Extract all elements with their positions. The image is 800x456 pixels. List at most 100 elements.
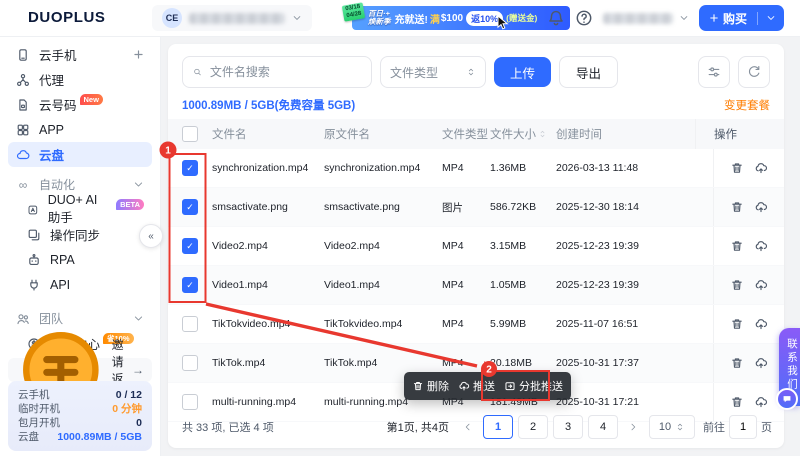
cell-file-size: 1.36MB: [490, 162, 556, 174]
row-checkbox[interactable]: [182, 199, 198, 215]
page-button-4[interactable]: 4: [588, 415, 618, 439]
push-file-icon[interactable]: [754, 161, 768, 175]
batch-push-icon: [504, 380, 516, 392]
app-logo: DUOPLUS: [28, 9, 106, 26]
cell-file-name: Video1.mp4: [212, 279, 324, 291]
row-checkbox[interactable]: [182, 394, 198, 410]
chat-bubble-button[interactable]: [776, 388, 798, 410]
promo-highlight: 满: [430, 11, 440, 26]
chevron-left-icon: [463, 422, 473, 432]
sidebar-item-cloud-phone[interactable]: 云手机: [8, 42, 152, 67]
cell-file-name: Video2.mp4: [212, 240, 324, 252]
change-plan-link[interactable]: 变更套餐: [724, 97, 770, 113]
goto-page-input[interactable]: [729, 415, 757, 439]
chevron-down-icon: [766, 13, 776, 23]
cell-file-name: smsactivate.png: [212, 201, 324, 213]
delete-file-icon[interactable]: [730, 356, 744, 370]
promo-brand: 百日·+焕新季: [368, 10, 391, 26]
usage-stats-panel: 云手机0 / 12临时开机0 分钟包月开机0云盘1000.89MB / 5GB: [8, 381, 152, 451]
search-box[interactable]: [182, 56, 372, 88]
bell-icon[interactable]: [547, 9, 565, 27]
page-button-3[interactable]: 3: [553, 415, 583, 439]
sidebar-collapse-button[interactable]: «: [139, 224, 163, 248]
search-input[interactable]: [208, 64, 361, 80]
goto-label: 前往: [703, 419, 725, 435]
row-checkbox[interactable]: [182, 277, 198, 293]
sidebar-item-proxy[interactable]: 代理: [8, 67, 152, 92]
chevron-right-icon: [628, 422, 638, 432]
cell-file-name: TikTokvideo.mp4: [212, 318, 324, 330]
delete-file-icon[interactable]: [730, 317, 744, 331]
cell-created-time: 2025-12-30 18:14: [556, 201, 682, 213]
promo-date-tag: 03/1804/28: [342, 2, 365, 21]
sidebar-item-api[interactable]: API: [8, 272, 152, 297]
cell-created-time: 2025-11-07 16:51: [556, 318, 682, 330]
buy-dropdown-button[interactable]: [758, 13, 784, 23]
push-file-icon[interactable]: [754, 317, 768, 331]
chevron-down-icon: [679, 13, 689, 23]
bulk-action-bar: 删除 推送 分批推送: [404, 372, 571, 400]
select-all-checkbox[interactable]: [182, 126, 198, 142]
delete-file-icon[interactable]: [730, 395, 744, 409]
plus-icon: [709, 13, 719, 23]
col-created-time: 创建时间: [556, 126, 682, 142]
buy-split-button[interactable]: 购买: [699, 5, 784, 31]
badge-cloud-number: New: [80, 94, 103, 105]
column-settings-button[interactable]: [698, 56, 730, 88]
col-file-size[interactable]: 文件大小: [490, 126, 556, 142]
cell-file-name: TikTok.mp4: [212, 357, 324, 369]
contact-us-widget[interactable]: 联系我们: [779, 328, 800, 406]
robot-icon: [27, 253, 41, 267]
sidebar-item-operation-sync[interactable]: 操作同步: [8, 222, 152, 247]
push-file-icon[interactable]: [754, 395, 768, 409]
team-icon: [16, 312, 30, 326]
page-size-select[interactable]: 10: [649, 415, 695, 439]
refresh-button[interactable]: [738, 56, 770, 88]
row-checkbox[interactable]: [182, 160, 198, 176]
plus-icon[interactable]: [133, 49, 144, 60]
delete-file-icon[interactable]: [730, 239, 744, 253]
cell-original-name: synchronization.mp4: [324, 162, 442, 174]
workspace-selector[interactable]: CE: [152, 5, 312, 31]
sidebar-item-app[interactable]: APP: [8, 117, 152, 142]
infinity-icon: ∞: [16, 178, 30, 192]
sidebar-item-duo-ai-assistant[interactable]: DUO+ AI 助手BETA: [8, 197, 152, 222]
page-button-1[interactable]: 1: [483, 415, 513, 439]
updown-icon: [675, 422, 685, 432]
promo-banner[interactable]: 03/1804/28 百日·+焕新季 充就送! 满 $100 返10% (赠送金…: [352, 6, 570, 30]
push-file-icon[interactable]: [754, 278, 768, 292]
cell-actions: [713, 305, 784, 343]
cell-file-size: 20.18MB: [490, 357, 556, 369]
phone-icon: [16, 48, 30, 62]
push-file-icon[interactable]: [754, 356, 768, 370]
chevron-down-icon: [133, 179, 144, 190]
selection-summary: 共 33 项, 已选 4 项: [182, 419, 274, 435]
delete-file-icon[interactable]: [730, 161, 744, 175]
row-checkbox[interactable]: [182, 316, 198, 332]
help-icon[interactable]: [575, 9, 593, 27]
push-file-icon[interactable]: [754, 200, 768, 214]
file-type-select[interactable]: 文件类型: [380, 56, 486, 88]
push-file-icon[interactable]: [754, 239, 768, 253]
bulk-delete-button[interactable]: 删除: [412, 378, 449, 394]
sidebar-item-invite-cashback[interactable]: 邀请返现 →: [8, 358, 152, 382]
account-selector[interactable]: [603, 13, 689, 24]
row-checkbox[interactable]: [182, 355, 198, 371]
row-checkbox[interactable]: [182, 238, 198, 254]
stat-row: 包月开机0: [18, 416, 142, 430]
next-page-button[interactable]: [623, 416, 643, 438]
sidebar-item-rpa[interactable]: RPA: [8, 247, 152, 272]
bulk-push-button[interactable]: 推送: [458, 378, 495, 394]
page-button-2[interactable]: 2: [518, 415, 548, 439]
upload-button[interactable]: 上传: [494, 57, 551, 87]
table-row: TikTokvideo.mp4TikTokvideo.mp4MP45.99MB2…: [168, 305, 784, 344]
bulk-batch-push-button[interactable]: 分批推送: [504, 378, 563, 394]
sidebar-item-cloud-number[interactable]: 云号码New: [8, 92, 152, 117]
export-button[interactable]: 导出: [559, 56, 618, 88]
top-header: DUOPLUS CE 03/1804/28 百日·+焕新季 充就送! 满 $10…: [0, 0, 800, 37]
sidebar-item-cloud-drive[interactable]: 云盘: [8, 142, 152, 167]
chevron-down-icon: [292, 13, 302, 23]
delete-file-icon[interactable]: [730, 278, 744, 292]
delete-file-icon[interactable]: [730, 200, 744, 214]
prev-page-button[interactable]: [458, 416, 478, 438]
